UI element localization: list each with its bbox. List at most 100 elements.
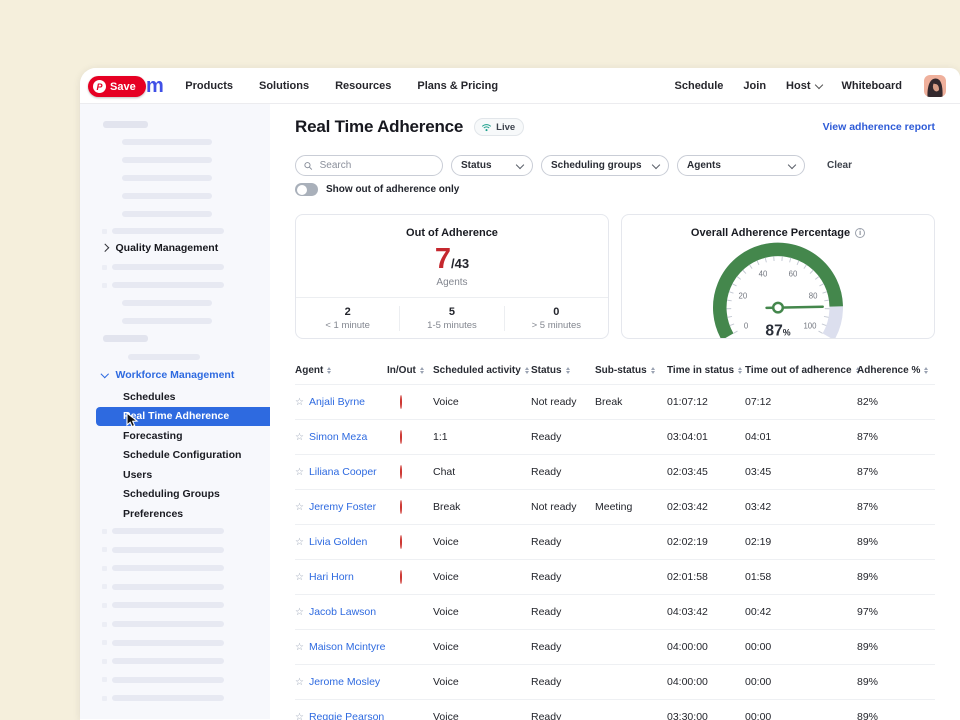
- column-header-adherence[interactable]: Adherence %: [857, 365, 935, 376]
- agent-name: Anjali Byrne: [309, 396, 365, 408]
- time-in-status-cell: 02:03:42: [667, 501, 745, 513]
- nav-item-resources[interactable]: Resources: [335, 80, 391, 92]
- main-content: Real Time Adherence Live View adherence …: [270, 104, 960, 719]
- svg-text:100: 100: [803, 322, 817, 331]
- star-icon[interactable]: ☆: [295, 677, 304, 688]
- nav-item-whiteboard[interactable]: Whiteboard: [842, 80, 903, 92]
- column-header-label: In/Out: [387, 365, 416, 376]
- skeleton-chevron: [102, 529, 107, 534]
- time-out-of-adherence-cell: 00:00: [745, 711, 857, 720]
- adherence-cell: 89%: [857, 711, 935, 720]
- sidebar-item-real-time-adherence[interactable]: Real Time Adherence: [96, 407, 270, 427]
- skeleton-bar: [122, 157, 212, 163]
- nav-item-schedule[interactable]: Schedule: [675, 80, 724, 92]
- search-box[interactable]: [295, 155, 443, 176]
- scheduled-activity-cell: Voice: [433, 641, 531, 653]
- adherence-cell: 89%: [857, 676, 935, 688]
- sidebar-item-quality-management[interactable]: Quality Management: [102, 242, 218, 254]
- agent-link[interactable]: ☆Livia Golden: [295, 536, 387, 548]
- sidebar-item-workforce-management[interactable]: Workforce Management: [102, 369, 234, 381]
- column-header-status[interactable]: Status: [531, 365, 595, 376]
- agent-name: Jacob Lawson: [309, 606, 376, 618]
- sidebar-item-forecasting[interactable]: Forecasting: [80, 426, 270, 446]
- skeleton-chevron: [102, 566, 107, 571]
- nav-item-solutions[interactable]: Solutions: [259, 80, 309, 92]
- agent-link[interactable]: ☆Simon Meza: [295, 431, 387, 443]
- nav-item-products[interactable]: Products: [185, 80, 233, 92]
- nav-item-host[interactable]: Host: [786, 80, 821, 92]
- inout-cell: [387, 431, 433, 443]
- time-out-of-adherence-cell: 01:58: [745, 571, 857, 583]
- table-row: ☆Reggie PearsonVoiceReady03:30:0000:0089…: [295, 699, 935, 720]
- time-out-of-adherence-cell: 00:42: [745, 606, 857, 618]
- column-header-sub-status[interactable]: Sub-status: [595, 365, 667, 376]
- sidebar-item-users[interactable]: Users: [80, 465, 270, 485]
- page-background: { "pinterest": { "save_label": "Save" },…: [0, 0, 960, 720]
- card-divider: [296, 297, 608, 298]
- time-in-status-cell: 02:01:58: [667, 571, 745, 583]
- dropdown-scheduling-groups[interactable]: Scheduling groups: [541, 155, 669, 176]
- agent-link[interactable]: ☆Jeremy Foster: [295, 501, 387, 513]
- agent-link[interactable]: ☆Reggie Pearson: [295, 711, 387, 720]
- nav-right: Schedule Join Host Whiteboard: [675, 75, 946, 97]
- live-badge-label: Live: [496, 122, 515, 133]
- agent-link[interactable]: ☆Jerome Mosley: [295, 676, 387, 688]
- adherence-cell: 87%: [857, 431, 935, 443]
- skeleton-bar: [112, 658, 224, 664]
- time-out-of-adherence-cell: 03:45: [745, 466, 857, 478]
- column-header-in-out[interactable]: In/Out: [387, 365, 433, 376]
- info-icon[interactable]: i: [855, 228, 865, 238]
- gauge-chart: 02040608010087%: [703, 239, 853, 339]
- skeleton-bar: [122, 211, 212, 217]
- column-header-label: Agent: [295, 365, 323, 376]
- sidebar-item-schedule-configuration[interactable]: Schedule Configuration: [80, 446, 270, 466]
- view-adherence-report-link[interactable]: View adherence report: [823, 121, 935, 133]
- chevron-down-icon: [101, 370, 109, 378]
- star-icon[interactable]: ☆: [295, 712, 304, 720]
- svg-text:20: 20: [739, 292, 748, 301]
- status-cell: Ready: [531, 606, 595, 618]
- column-header-label: Time out of adherence: [745, 365, 852, 376]
- time-out-of-adherence-cell: 04:01: [745, 431, 857, 443]
- sidebar-item-schedules[interactable]: Schedules: [80, 387, 270, 407]
- sidebar-item-scheduling-groups[interactable]: Scheduling Groups: [80, 485, 270, 505]
- agent-link[interactable]: ☆ Jacob Lawson: [295, 606, 387, 618]
- breakdown-column: 51-5 minutes: [399, 306, 503, 331]
- search-input[interactable]: [318, 159, 434, 172]
- scheduled-activity-cell: Voice: [433, 536, 531, 548]
- star-icon[interactable]: ☆: [295, 432, 304, 443]
- agent-link[interactable]: ☆ Anjali Byrne: [295, 396, 387, 408]
- star-icon[interactable]: ☆: [295, 607, 304, 618]
- star-icon[interactable]: ☆: [295, 467, 304, 478]
- nav-item-join[interactable]: Join: [743, 80, 766, 92]
- agent-link[interactable]: ☆Liliana Cooper: [295, 466, 387, 478]
- agent-link[interactable]: ☆Maison Mcintyre: [295, 641, 387, 653]
- scheduled-activity-cell: Voice: [433, 676, 531, 688]
- pinterest-save-button[interactable]: P Save: [88, 76, 146, 97]
- star-icon[interactable]: ☆: [295, 502, 304, 513]
- column-header-time-out-of-adherence[interactable]: Time out of adherence: [745, 365, 857, 376]
- star-icon[interactable]: ☆: [295, 397, 304, 408]
- sub-status-cell: Meeting: [595, 501, 667, 513]
- nav-item-plans-pricing[interactable]: Plans & Pricing: [417, 80, 498, 92]
- star-icon[interactable]: ☆: [295, 642, 304, 653]
- sidebar-item-preferences[interactable]: Preferences: [80, 504, 270, 524]
- miro-logo[interactable]: m: [146, 76, 163, 96]
- column-header-time-in-status[interactable]: Time in status: [667, 365, 745, 376]
- column-header-agent[interactable]: Agent: [295, 365, 387, 376]
- out-of-adherence-toggle[interactable]: [295, 183, 318, 196]
- agent-link[interactable]: ☆Hari Horn: [295, 571, 387, 583]
- breakdown-label: 1-5 minutes: [400, 320, 503, 331]
- time-in-status-cell: 02:02:19: [667, 536, 745, 548]
- status-cell: Ready: [531, 431, 595, 443]
- star-icon[interactable]: ☆: [295, 537, 304, 548]
- time-out-of-adherence-cell: 00:00: [745, 676, 857, 688]
- agents-table: Agent In/Out Scheduled activityStatusSub-s…: [295, 357, 935, 720]
- star-icon[interactable]: ☆: [295, 572, 304, 583]
- dropdown-agents[interactable]: Agents: [677, 155, 805, 176]
- dropdown-status[interactable]: Status: [451, 155, 533, 176]
- clear-filters-button[interactable]: Clear: [827, 160, 852, 171]
- column-header-scheduled-activity[interactable]: Scheduled activity: [433, 365, 531, 376]
- user-avatar[interactable]: [924, 75, 946, 97]
- sort-icon: [924, 367, 928, 375]
